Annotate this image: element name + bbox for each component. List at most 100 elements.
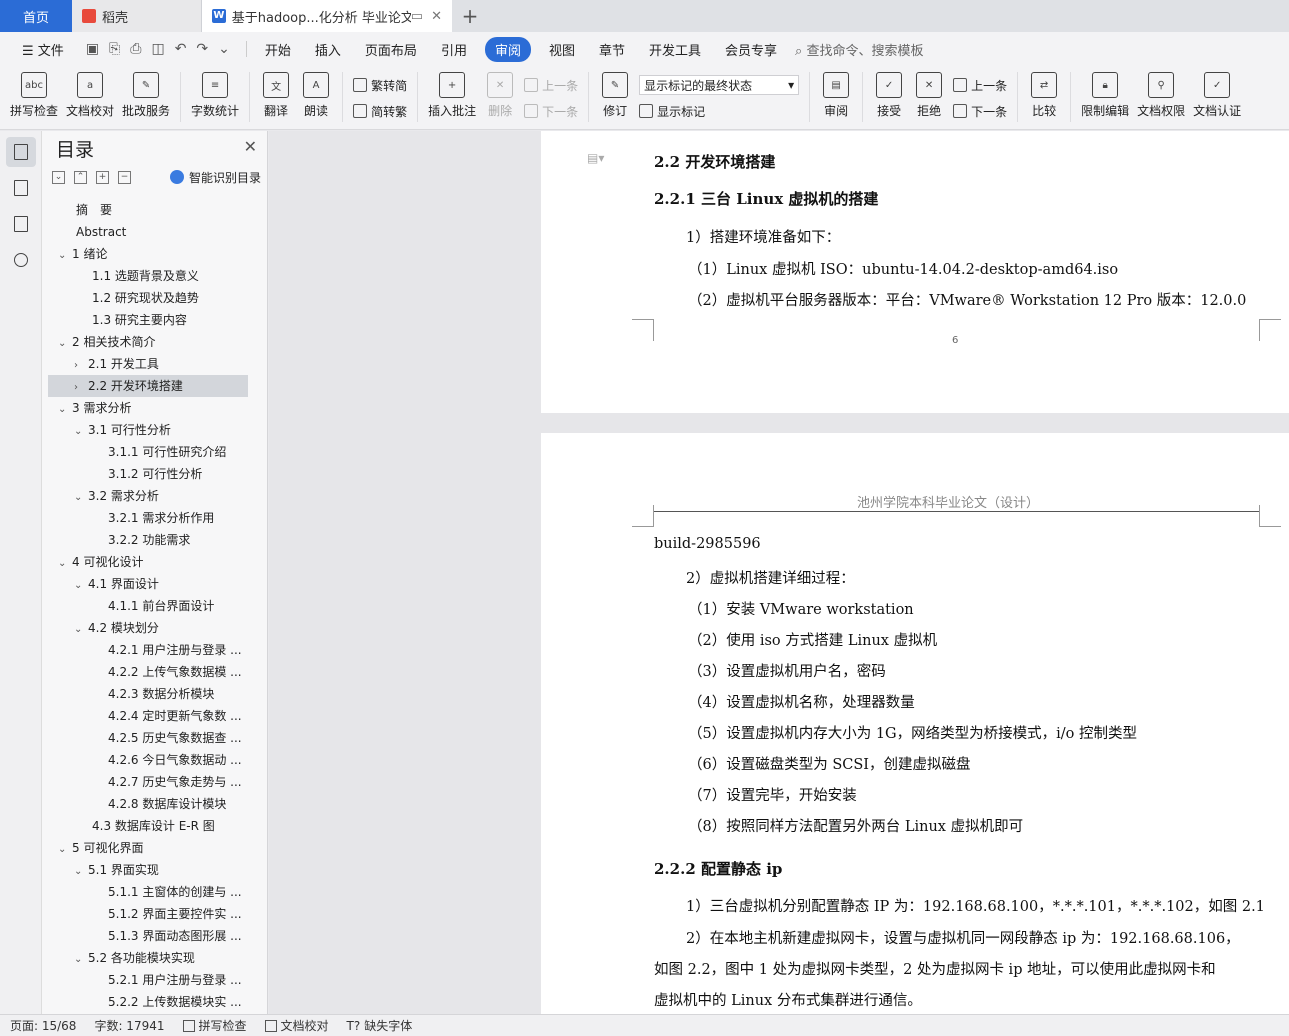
toc-item[interactable]: 5.2.1 用户注册与登录 ...: [48, 969, 248, 991]
toc-item[interactable]: 4.2.2 上传气象数据模 ...: [48, 661, 248, 683]
toc-item[interactable]: › 2.1 开发工具: [48, 353, 248, 375]
paragraph[interactable]: （2）虚拟机平台服务器版本：平台：VMware® Workstation 12 …: [688, 289, 1246, 310]
tab-home[interactable]: 首页: [0, 0, 72, 32]
chapter-panel-button[interactable]: [6, 173, 36, 203]
step-item[interactable]: （1）安装 VMware workstation: [688, 598, 914, 619]
toc-item[interactable]: ⌄ 5.2 各功能模块实现: [48, 947, 248, 969]
toc-item[interactable]: ⌄ 4.2 模块划分: [48, 617, 248, 639]
toc-item[interactable]: 4.2.6 今日气象数据动 ...: [48, 749, 248, 771]
toc-item[interactable]: 摘 要: [48, 199, 248, 221]
close-icon[interactable]: ✕: [431, 9, 442, 24]
menu-review[interactable]: 审阅: [484, 36, 531, 62]
toc-item[interactable]: 4.2.5 历史气象数据查 ...: [48, 727, 248, 749]
toc-item[interactable]: 4.2.4 定时更新气象数 ...: [48, 705, 248, 727]
toc-item[interactable]: 1.3 研究主要内容: [48, 309, 248, 331]
trad-to-simp-button[interactable]: 繁转简: [353, 74, 407, 96]
step-item[interactable]: （6）设置磁盘类型为 SCSI，创建虚拟磁盘: [688, 753, 971, 774]
print-icon[interactable]: ⎙: [130, 41, 141, 57]
toc-item[interactable]: 5.1.3 界面动态图形展 ...: [48, 925, 248, 947]
toc-item[interactable]: ⌄ 4.1 界面设计: [48, 573, 248, 595]
missing-font[interactable]: T? 缺失字体: [347, 1017, 413, 1034]
doc-proof-button[interactable]: a 文档校对: [62, 72, 118, 124]
toc-item[interactable]: 3.2.1 需求分析作用: [48, 507, 248, 529]
read-aloud-button[interactable]: A 朗读: [296, 72, 336, 124]
menu-insert[interactable]: 插入: [303, 40, 353, 59]
save-icon[interactable]: ▣: [86, 41, 99, 57]
tab-docer[interactable]: 稻壳: [72, 0, 202, 32]
chevron-down-icon[interactable]: ⌄: [74, 421, 88, 441]
chevron-down-icon[interactable]: ⌄: [58, 399, 72, 419]
chevron-down-icon[interactable]: ⌄: [74, 619, 88, 639]
chevron-right-icon[interactable]: ›: [74, 377, 88, 397]
undo-icon[interactable]: ↶: [175, 41, 187, 57]
toc-item[interactable]: 5.1.1 主窗体的创建与 ...: [48, 881, 248, 903]
toc-panel-button[interactable]: [5, 137, 36, 167]
new-tab-button[interactable]: +: [452, 0, 488, 32]
paragraph[interactable]: 1）三台虚拟机分别配置静态 IP 为：192.168.68.100，*.*.*.…: [686, 895, 1265, 916]
status-spell-check[interactable]: 拼写检查: [182, 1017, 247, 1034]
toc-item[interactable]: ⌄ 5 可视化界面: [48, 837, 248, 859]
insert-comment-button[interactable]: + 插入批注: [424, 72, 480, 124]
paragraph[interactable]: 虚拟机中的 Linux 分布式集群进行通信。: [654, 989, 922, 1010]
menu-developer[interactable]: 开发工具: [637, 40, 713, 59]
export-icon[interactable]: ⎘: [109, 41, 120, 57]
markup-state-select[interactable]: 显示标记的最终状态 ▾: [639, 75, 800, 95]
menu-start[interactable]: 开始: [253, 40, 303, 59]
toc-item[interactable]: 4.3 数据库设计 E-R 图: [48, 815, 248, 837]
chevron-down-icon[interactable]: ⌄: [74, 949, 88, 969]
toc-item[interactable]: ⌄ 1 绪论: [48, 243, 248, 265]
paragraph[interactable]: 2）在本地主机新建虚拟网卡，设置与虚拟机同一网段静态 ip 为：192.168.…: [686, 927, 1240, 948]
screen-icon[interactable]: ▭: [411, 9, 423, 24]
doc-cert-button[interactable]: ✓ 文档认证: [1189, 72, 1245, 124]
toc-item[interactable]: 4.2.3 数据分析模块: [48, 683, 248, 705]
step-item[interactable]: （5）设置虚拟机内存大小为 1G，网络类型为桥接模式，i/o 控制类型: [688, 722, 1137, 743]
review-pane-button[interactable]: ▤ 审阅: [816, 72, 856, 124]
collapse-all-icon[interactable]: ⌃: [74, 170, 87, 184]
toc-item[interactable]: ⌄ 3.2 需求分析: [48, 485, 248, 507]
show-markup-button[interactable]: 显示标记: [639, 100, 799, 122]
file-menu[interactable]: ☰ 文件: [10, 40, 76, 59]
chevron-down-icon[interactable]: ⌄: [58, 333, 72, 353]
toc-item[interactable]: ⌄ 3 需求分析: [48, 397, 248, 419]
next-revision-button[interactable]: 下一条: [953, 100, 1007, 122]
toc-item[interactable]: 1.1 选题背景及意义: [48, 265, 248, 287]
paragraph[interactable]: 2）虚拟机搭建详细过程：: [686, 567, 855, 588]
page-indicator[interactable]: 页面: 15/68: [10, 1017, 76, 1034]
prev-revision-button[interactable]: 上一条: [953, 74, 1007, 96]
toc-item[interactable]: ⌄ 5.1 界面实现: [48, 859, 248, 881]
toc-item[interactable]: Abstract: [48, 221, 248, 243]
heading-2-2[interactable]: 2.2 开发环境搭建: [654, 151, 775, 172]
command-search[interactable]: ⌕ 查找命令、搜索模板: [795, 40, 923, 59]
chevron-down-icon[interactable]: ⌄: [58, 553, 72, 573]
add-heading-icon[interactable]: +: [96, 170, 109, 184]
chevron-down-icon[interactable]: ⌄: [58, 839, 72, 859]
toc-item[interactable]: › 2.2 开发环境搭建: [48, 375, 248, 397]
toc-item[interactable]: 4.1.1 前台界面设计: [48, 595, 248, 617]
menu-view[interactable]: 视图: [537, 40, 587, 59]
delete-comment-button[interactable]: ✕ 删除: [480, 72, 520, 124]
toc-item[interactable]: 5.2.2 上传数据模块实 ...: [48, 991, 248, 1007]
heading-2-2-2[interactable]: 2.2.2 配置静态 ip: [654, 858, 782, 879]
step-item[interactable]: （2）使用 iso 方式搭建 Linux 虚拟机: [688, 629, 937, 650]
toc-item[interactable]: ⌄ 4 可视化设计: [48, 551, 248, 573]
restrict-edit-button[interactable]: 🔒︎ 限制编辑: [1077, 72, 1133, 124]
toc-item[interactable]: 4.2.1 用户注册与登录 ...: [48, 639, 248, 661]
page-menu-icon[interactable]: ▤▾: [587, 151, 611, 165]
heading-2-2-1[interactable]: 2.2.1 三台 Linux 虚拟机的搭建: [654, 188, 878, 209]
next-comment-button[interactable]: 下一条: [524, 100, 578, 122]
translate-button[interactable]: 文翻译: [256, 72, 296, 124]
batch-service-button[interactable]: ✎ 批改服务: [118, 72, 174, 124]
find-panel-button[interactable]: [6, 245, 36, 275]
menu-chapter[interactable]: 章节: [587, 40, 637, 59]
reject-button[interactable]: ✕ 拒绝: [909, 72, 949, 124]
chevron-down-icon[interactable]: ⌄: [74, 861, 88, 881]
step-item[interactable]: （8）按照同样方法配置另外两台 Linux 虚拟机即可: [688, 815, 1023, 836]
toc-item[interactable]: 3.2.2 功能需求: [48, 529, 248, 551]
accept-button[interactable]: ✓ 接受: [869, 72, 909, 124]
remove-heading-icon[interactable]: −: [118, 170, 131, 184]
toc-item[interactable]: 4.2.8 数据库设计模块: [48, 793, 248, 815]
paragraph[interactable]: 如图 2.2，图中 1 处为虚拟网卡类型，2 处为虚拟网卡 ip 地址，可以使用…: [654, 958, 1216, 979]
preview-icon[interactable]: ◫: [151, 41, 164, 57]
word-count[interactable]: 字数: 17941: [94, 1017, 164, 1034]
paragraph[interactable]: 1）搭建环境准备如下：: [686, 226, 840, 247]
